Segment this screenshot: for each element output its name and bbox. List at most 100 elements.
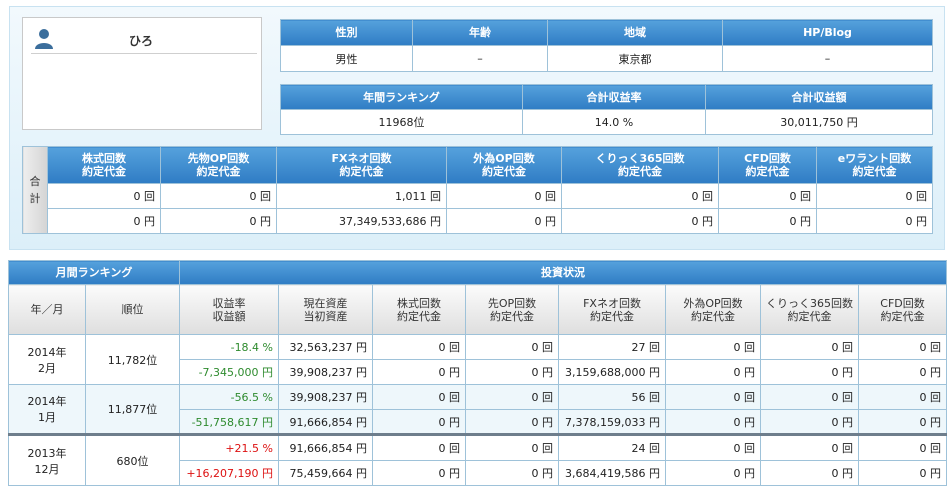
summary-annual-rank: 11968位 [280, 109, 523, 135]
totals-header-fxop: 外為OP回数 約定代金 [446, 146, 562, 184]
summary-return-rate: 14.0 % [522, 109, 706, 135]
row-current-assets: 39,908,237 円 [278, 384, 374, 410]
col-return-rate: 収益率 [212, 296, 246, 310]
profile-info-table: 性別 年齢 地域 HP/Blog 男性 – 東京都 – [280, 19, 933, 72]
totals-header-stock-amount: 約定代金 [82, 165, 126, 178]
totals-amount-ewarrant: 0 円 [816, 208, 933, 234]
info-region: 東京都 [547, 45, 723, 72]
totals-amount-cfd: 0 円 [718, 208, 817, 234]
totals-header-click365-amount: 約定代金 [618, 165, 662, 178]
info-header-blog: HP/Blog [722, 19, 933, 46]
row-fxneo-count: 56 回 [558, 384, 667, 410]
col-fxneo: FXネオ回数 約定代金 [558, 284, 667, 335]
row-stock-count: 0 回 [372, 384, 467, 410]
info-gender: 男性 [280, 45, 413, 72]
totals-count-futures: 0 回 [160, 183, 277, 209]
totals-header-click365-count: くりっく365回数 [595, 152, 685, 165]
col-fxneo-count: FXネオ回数 [583, 296, 641, 310]
row-fxop-count: 0 回 [665, 334, 762, 360]
summary-header-return-rate: 合計収益率 [522, 84, 706, 110]
row-return-amount: -7,345,000 円 [179, 359, 280, 385]
col-click365-count: くりっく365回数 [766, 296, 854, 310]
col-fxop: 外為OP回数 約定代金 [665, 284, 762, 335]
totals-header-fxneo-amount: 約定代金 [339, 165, 384, 178]
row-year: 2014年 [27, 345, 67, 359]
totals-side-label-1: 合 [29, 175, 41, 188]
table-row: 2013年 12月 680位 +21.5 % 91,666,854 円 0 回 0… [8, 433, 948, 486]
row-fxop-amount: 0 円 [665, 409, 762, 435]
row-current-assets: 91,666,854 円 [278, 433, 374, 461]
col-return-amount: 収益額 [212, 309, 246, 323]
col-futures-op: 先OP回数 約定代金 [465, 284, 560, 335]
col-stock-amount: 約定代金 [397, 309, 442, 323]
row-fxneo-amount: 3,684,419,586 円 [558, 460, 667, 486]
summary-header-return-amount: 合計収益額 [705, 84, 933, 110]
row-fxop-count: 0 回 [665, 433, 762, 461]
row-futures-op-amount: 0 円 [465, 359, 560, 385]
row-current-assets: 32,563,237 円 [278, 334, 374, 360]
profile-name: ひろ [128, 34, 153, 48]
col-fxop-count: 外為OP回数 [683, 296, 743, 310]
row-month: 2月 [38, 361, 56, 375]
totals-header-ewarrant-amount: 約定代金 [852, 165, 897, 178]
totals-header-futures-amount: 約定代金 [196, 165, 241, 178]
col-fxneo-amount: 約定代金 [590, 309, 635, 323]
row-rank: 680位 [84, 433, 181, 486]
row-year: 2014年 [27, 395, 67, 408]
totals-table: 合 計 株式回数 約定代金 先物OP回数 約定代金 FXネオ回数 約定代金 外為OP回… [22, 146, 933, 234]
totals-header-stock-count: 株式回数 [82, 152, 126, 165]
totals-header-ewarrant-count: eワラント回数 [837, 152, 912, 165]
row-stock-amount: 0 円 [372, 460, 467, 486]
row-cfd-count: 0 回 [858, 334, 948, 360]
row-stock-count: 0 回 [372, 334, 467, 360]
row-cfd-amount: 0 円 [858, 460, 948, 486]
row-initial-assets: 75,459,664 円 [278, 460, 374, 486]
totals-header-futures: 先物OP回数 約定代金 [160, 146, 277, 184]
row-fxneo-amount: 7,378,159,033 円 [558, 409, 667, 435]
col-futures-op-count: 先OP回数 [487, 296, 537, 310]
row-initial-assets: 39,908,237 円 [278, 359, 374, 385]
totals-header-fxop-count: 外為OP回数 [473, 152, 535, 165]
row-return-amount: -51,758,617 円 [179, 409, 280, 435]
row-fxop-count: 0 回 [665, 384, 762, 410]
row-year-month: 2014年 2月 [8, 334, 86, 385]
row-click365-amount: 0 円 [760, 460, 860, 486]
totals-header-fxneo: FXネオ回数 約定代金 [276, 146, 447, 184]
row-return-rate: -18.4 % [179, 334, 280, 360]
profile-divider [31, 53, 257, 54]
totals-side-label-2: 計 [29, 192, 41, 205]
col-stock-count: 株式回数 [397, 296, 442, 310]
row-cfd-amount: 0 円 [858, 359, 948, 385]
info-blog: – [722, 45, 933, 72]
totals-header-cfd-count: CFD回数 [744, 152, 791, 165]
col-assets: 現在資産 当初資産 [278, 284, 374, 335]
info-header-age: 年齢 [412, 19, 548, 46]
table-row: 2014年 1月 11,877位 -56.5 % 39,908,237 円 0 回… [8, 384, 948, 435]
totals-count-cfd: 0 回 [718, 183, 817, 209]
col-click365-amount: 約定代金 [787, 309, 832, 323]
monthly-table: 月間ランキング 投資状況 年／月 順位 収益率 収益額 現在資産 当初資産 株式回数… [7, 260, 948, 486]
totals-amount-stock: 0 円 [47, 208, 161, 234]
row-click365-count: 0 回 [760, 334, 860, 360]
info-header-region: 地域 [547, 19, 723, 46]
row-stock-amount: 0 円 [372, 409, 467, 435]
row-stock-amount: 0 円 [372, 359, 467, 385]
totals-header-stock: 株式回数 約定代金 [47, 146, 161, 184]
row-rank: 11,877位 [84, 384, 181, 435]
row-fxop-amount: 0 円 [665, 359, 762, 385]
totals-header-fxneo-count: FXネオ回数 [331, 152, 392, 165]
col-return: 収益率 収益額 [179, 284, 280, 335]
row-fxneo-count: 27 回 [558, 334, 667, 360]
profile-card: ひろ [22, 17, 262, 130]
col-year-month-label: 年／月 [30, 303, 64, 316]
row-cfd-amount: 0 円 [858, 409, 948, 435]
col-rank-label: 順位 [121, 303, 144, 316]
col-fxop-amount: 約定代金 [691, 309, 736, 323]
col-initial-assets: 当初資産 [303, 309, 348, 323]
totals-count-stock: 0 回 [47, 183, 161, 209]
row-click365-count: 0 回 [760, 433, 860, 461]
totals-header-fxop-amount: 約定代金 [482, 165, 526, 178]
row-click365-amount: 0 円 [760, 359, 860, 385]
row-initial-assets: 91,666,854 円 [278, 409, 374, 435]
profile-summary-table: 年間ランキング 合計収益率 合計収益額 11968位 14.0 % 30,011… [280, 84, 933, 135]
